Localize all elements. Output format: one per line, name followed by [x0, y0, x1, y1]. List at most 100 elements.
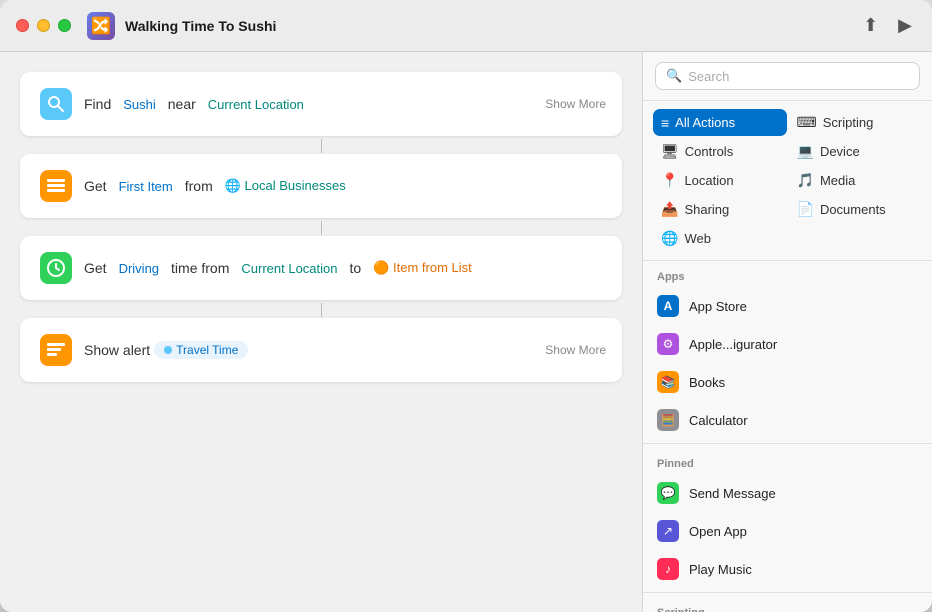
cat-scripting[interactable]: ⌨ Scripting [789, 109, 923, 136]
send-message-icon: 💬 [657, 482, 679, 504]
all-actions-icon: ≡ [661, 115, 669, 131]
action-get-item[interactable]: Get First Item from 🌐 Local Businesses [20, 154, 622, 218]
connector-1 [20, 138, 622, 154]
calculator-icon: 🧮 [657, 409, 679, 431]
pill-dot [164, 346, 172, 354]
cat-web[interactable]: 🌐 Web [653, 225, 787, 252]
books-icon: 📚 [657, 371, 679, 393]
time-from-label: time from [171, 260, 229, 276]
cat-controls[interactable]: 🖥 Controls [653, 138, 787, 165]
find-label: Find [84, 96, 111, 112]
send-message-label: Send Message [689, 486, 776, 501]
find-show-more[interactable]: Show More [545, 97, 606, 111]
show-alert-icon [40, 334, 72, 366]
sidebar-item-calculator[interactable]: 🧮 Calculator [643, 401, 932, 439]
open-app-label: Open App [689, 524, 747, 539]
scripting-icon: ⌨ [797, 114, 817, 131]
alert-show-more[interactable]: Show More [545, 343, 606, 357]
sidebar-item-books[interactable]: 📚 Books [643, 363, 932, 401]
actions-panel: 🔍 ≡ All Actions ⌨ Scripting 🖥 [642, 52, 932, 612]
find-action-content: Find Sushi near Current Location [84, 95, 602, 114]
toolbar-buttons: ⬆ ▶ [859, 11, 916, 40]
search-input[interactable] [688, 69, 909, 84]
find-query: Sushi [115, 95, 164, 114]
sharing-label: Sharing [684, 202, 729, 217]
controls-label: Controls [685, 144, 733, 159]
cat-documents[interactable]: 📄 Documents [789, 196, 923, 223]
apps-section-header: Apps [643, 261, 932, 287]
location-label: Location [684, 173, 733, 188]
action-get-time[interactable]: Get Driving time from Current Location t… [20, 236, 622, 300]
device-label: Device [820, 144, 860, 159]
find-icon [40, 88, 72, 120]
get-item-icon [40, 170, 72, 202]
sidebar-item-play-music[interactable]: ♪ Play Music [643, 550, 932, 588]
find-location: Current Location [200, 95, 312, 114]
media-icon: 🎵 [797, 172, 814, 189]
item-list-token: 🟠 Item from List [365, 258, 480, 278]
device-icon: 💻 [797, 143, 814, 160]
web-icon: 🌐 [661, 230, 678, 247]
scripting-section-header: Scripting [643, 597, 932, 612]
sharing-icon: 📤 [661, 201, 678, 218]
sidebar-item-send-message[interactable]: 💬 Send Message [643, 474, 932, 512]
documents-label: Documents [820, 202, 886, 217]
action-find[interactable]: Find Sushi near Current Location Show Mo… [20, 72, 622, 136]
titlebar: 🔀 Walking Time To Sushi ⬆ ▶ [0, 0, 932, 52]
get-from-label: from [185, 178, 213, 194]
to-label: to [350, 260, 362, 276]
media-label: Media [820, 173, 855, 188]
cat-device[interactable]: 💻 Device [789, 138, 923, 165]
divider-2 [643, 592, 932, 593]
workflow-panel: Find Sushi near Current Location Show Mo… [0, 52, 642, 612]
all-actions-label: All Actions [675, 115, 735, 130]
get-item-content: Get First Item from 🌐 Local Businesses [84, 176, 602, 196]
location-icon: 📍 [661, 172, 678, 189]
driving-token: Driving [111, 259, 167, 278]
find-near-label: near [168, 96, 196, 112]
sidebar-item-app-store[interactable]: A App Store [643, 287, 932, 325]
get-item-token: First Item [111, 177, 181, 196]
controls-icon: 🖥 [661, 143, 679, 160]
play-button[interactable]: ▶ [894, 11, 916, 40]
search-icon: 🔍 [666, 68, 682, 84]
close-button[interactable] [16, 19, 29, 32]
scripting-label: Scripting [823, 115, 874, 130]
search-input-wrap[interactable]: 🔍 [655, 62, 920, 90]
app-store-icon: A [657, 295, 679, 317]
cat-location[interactable]: 📍 Location [653, 167, 787, 194]
pill-text: Travel Time [176, 343, 238, 357]
connector-2 [20, 220, 622, 236]
sidebar-item-open-app[interactable]: ↗ Open App [643, 512, 932, 550]
cat-media[interactable]: 🎵 Media [789, 167, 923, 194]
divider-1 [643, 443, 932, 444]
calculator-label: Calculator [689, 413, 748, 428]
sidebar-content: Apps A App Store ⚙ Apple...igurator 📚 Bo… [643, 261, 932, 612]
sidebar-item-apple-configurator[interactable]: ⚙ Apple...igurator [643, 325, 932, 363]
pinned-section-header: Pinned [643, 448, 932, 474]
documents-icon: 📄 [797, 201, 814, 218]
show-alert-label: Show alert [84, 342, 150, 358]
play-music-icon: ♪ [657, 558, 679, 580]
get-label: Get [84, 178, 107, 194]
get-time-icon [40, 252, 72, 284]
minimize-button[interactable] [37, 19, 50, 32]
action-show-alert[interactable]: Show alert Travel Time Show More [20, 318, 622, 382]
get2-label: Get [84, 260, 107, 276]
share-button[interactable]: ⬆ [859, 11, 882, 40]
play-music-label: Play Music [689, 562, 752, 577]
travel-time-pill: Travel Time [154, 341, 248, 359]
apple-configurator-icon: ⚙ [657, 333, 679, 355]
app-icon: 🔀 [87, 12, 115, 40]
open-app-icon: ↗ [657, 520, 679, 542]
maximize-button[interactable] [58, 19, 71, 32]
cat-sharing[interactable]: 📤 Sharing [653, 196, 787, 223]
current-location-token: Current Location [233, 259, 345, 278]
cat-all-actions[interactable]: ≡ All Actions [653, 109, 787, 136]
app-store-label: App Store [689, 299, 747, 314]
window-title: Walking Time To Sushi [125, 18, 859, 34]
get-time-content: Get Driving time from Current Location t… [84, 258, 602, 278]
show-alert-content: Show alert Travel Time [84, 341, 602, 359]
main-window: 🔀 Walking Time To Sushi ⬆ ▶ Find Sushi [0, 0, 932, 612]
search-bar: 🔍 [643, 52, 932, 101]
